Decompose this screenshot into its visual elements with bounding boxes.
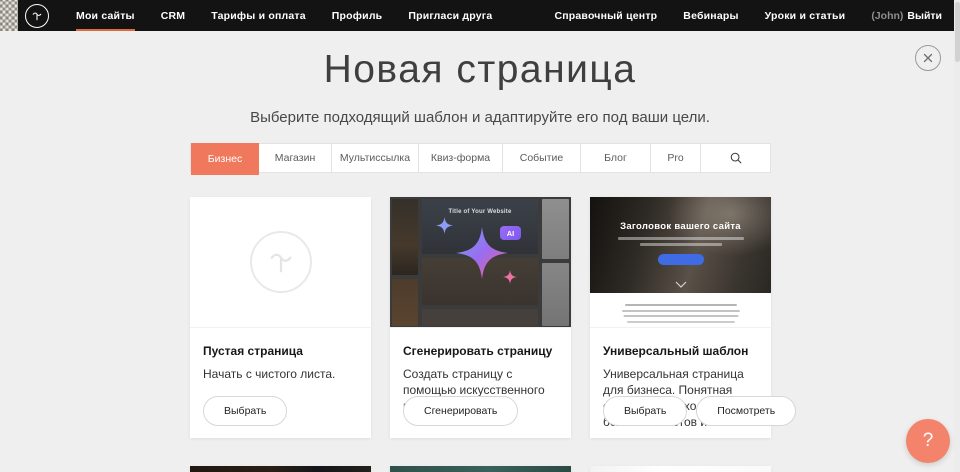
template-card-row-2 [190, 466, 771, 472]
template-hero-heading: Заголовок вашего сайта [590, 221, 771, 232]
card-partial[interactable] [390, 466, 571, 472]
ai-preview-collage: Title of Your Website [390, 197, 571, 328]
logout-link[interactable]: Выйти [907, 10, 942, 22]
card-description: Начать с чистого листа. [203, 366, 358, 382]
tab-event[interactable]: Событие [503, 144, 581, 172]
nav-item-invite-friend[interactable]: Пригласи друга [395, 0, 505, 31]
user-name: (John) [871, 10, 903, 22]
help-button[interactable]: ? [906, 419, 950, 463]
chevron-down-icon [675, 281, 687, 288]
top-navigation-bar: Мои сайты CRM Тарифы и оплата Профиль Пр… [18, 0, 954, 31]
card-blank-page: Пустая страница Начать с чистого листа. … [190, 197, 371, 438]
card-body: Универсальный шаблон Универсальная стран… [590, 328, 771, 438]
card-title: Универсальный шаблон [603, 344, 758, 358]
card-actions: Сгенерировать [403, 396, 518, 426]
card-actions: Выбрать Посмотреть [603, 396, 796, 426]
card-title: Пустая страница [203, 344, 358, 358]
collage-tile [422, 309, 538, 326]
nav-item-webinars[interactable]: Вебинары [670, 0, 751, 31]
card-partial-preview [190, 466, 371, 472]
card-partial[interactable] [190, 466, 371, 472]
collage-tile [542, 199, 569, 259]
nav-item-tariffs[interactable]: Тарифы и оплата [198, 0, 319, 31]
app-window: Мои сайты CRM Тарифы и оплата Профиль Пр… [0, 0, 960, 472]
tab-quiz-form[interactable]: Квиз-форма [419, 144, 503, 172]
tab-shop[interactable]: Магазин [259, 144, 332, 172]
card-ai-generate: Title of Your Website [390, 197, 571, 438]
card-partial[interactable] [590, 466, 771, 472]
primary-nav: Мои сайты CRM Тарифы и оплата Профиль Пр… [63, 0, 505, 31]
tab-multilink[interactable]: Мультиссылка [332, 144, 419, 172]
page-background-pattern [0, 0, 18, 31]
page-subtitle: Выберите подходящий шаблон и адаптируйте… [0, 109, 960, 126]
card-universal-template: Заголовок вашего сайта Универсальный ша [590, 197, 771, 438]
card-partial-preview [390, 466, 571, 472]
page-title: Новая страница [0, 48, 960, 92]
preview-template-button[interactable]: Посмотреть [696, 396, 796, 426]
nav-item-help-center[interactable]: Справочный центр [541, 0, 670, 31]
universal-template-preview: Заголовок вашего сайта [590, 197, 771, 328]
choose-blank-button[interactable]: Выбрать [203, 396, 287, 426]
card-partial-preview [590, 466, 771, 472]
tilda-logo[interactable] [25, 4, 49, 28]
tilda-watermark-icon [264, 245, 298, 279]
card-body: Сгенерировать страницу Создать страницу … [390, 328, 571, 438]
placeholder-line [640, 243, 722, 246]
generate-button[interactable]: Сгенерировать [403, 396, 518, 426]
blank-page-preview [190, 197, 371, 328]
placeholder-line [627, 321, 735, 323]
collage-caption: Title of Your Website [422, 209, 538, 215]
card-body: Пустая страница Начать с чистого листа. … [190, 328, 371, 438]
nav-item-lessons[interactable]: Уроки и статьи [752, 0, 859, 31]
tilda-watermark-circle [250, 231, 312, 293]
search-tab[interactable] [701, 144, 770, 172]
secondary-nav: Справочный центр Вебинары Уроки и статьи… [541, 0, 954, 31]
template-hero-button [658, 254, 704, 265]
placeholder-line [625, 304, 737, 306]
tilda-logo-icon [30, 9, 44, 23]
template-text-block [590, 293, 771, 328]
template-category-tabs: Бизнес Магазин Мультиссылка Квиз-форма С… [190, 143, 771, 173]
choose-template-button[interactable]: Выбрать [603, 396, 687, 426]
collage-tile [542, 263, 569, 326]
card-title: Сгенерировать страницу [403, 344, 558, 358]
tab-business[interactable]: Бизнес [191, 143, 259, 175]
card-actions: Выбрать [203, 396, 287, 426]
ai-badge: AI [500, 226, 521, 240]
ai-sparkle-small-icon [503, 270, 517, 284]
nav-item-my-sites[interactable]: Мои сайты [63, 0, 148, 31]
collage-tile [392, 199, 418, 275]
placeholder-line [618, 237, 744, 240]
nav-item-crm[interactable]: CRM [148, 0, 199, 31]
user-session: (John) Выйти [858, 10, 942, 22]
placeholder-line [622, 310, 740, 312]
search-icon [729, 151, 743, 165]
tab-blog[interactable]: Блог [581, 144, 651, 172]
nav-item-profile[interactable]: Профиль [319, 0, 396, 31]
template-hero: Заголовок вашего сайта [590, 197, 771, 293]
template-card-row: Пустая страница Начать с чистого листа. … [190, 197, 771, 438]
collage-tile [392, 279, 418, 326]
placeholder-line [623, 315, 738, 317]
ai-sparkle-small-icon [436, 217, 453, 234]
tab-pro[interactable]: Pro [651, 144, 701, 172]
